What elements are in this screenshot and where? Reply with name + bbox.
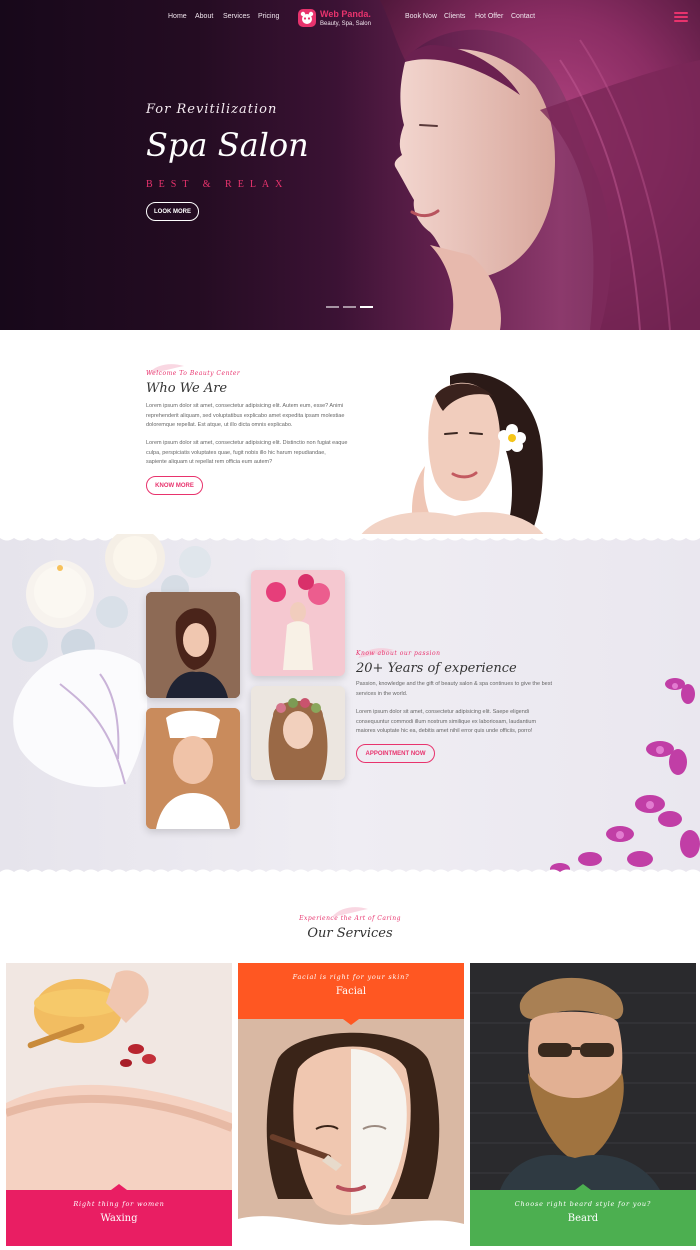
gallery-photo-flower-crown [251,686,345,780]
logo-title: Web Panda. [320,8,371,19]
facial-image [238,1019,464,1246]
orchid-flowers-image [550,678,700,875]
waxing-label: Right thing for women Waxing [6,1184,232,1246]
service-card-facial[interactable]: Facial is right for your skin? Facial [238,963,464,1246]
about-paragraph-2: Lorem ipsum dolor sit amet, consectetur … [146,440,348,465]
slider-dot-active[interactable] [360,306,373,308]
gallery-photo-facial-massage [146,708,240,829]
slider-dots [326,306,377,308]
hero-pretitle: For Revitilization [146,102,278,117]
hero-tagline: BEST & RELAX [146,179,289,190]
gallery-photo-balloons [251,570,345,676]
service-card-waxing[interactable]: Right thing for women Waxing [6,963,232,1246]
nav-hot-offer[interactable]: Hot Offer [475,13,503,20]
beard-label: Choose right beard style for you? Beard [470,1184,696,1246]
waxing-title: Waxing [100,1213,138,1224]
look-more-button[interactable]: LOOK MORE [146,202,199,221]
appointment-now-button[interactable]: APPOINTMENT NOW [356,744,435,763]
facial-title: Facial [335,986,367,997]
logo-subtitle: Beauty, Spa, Salon [320,20,371,27]
services-title: Our Services [307,926,393,941]
know-more-button[interactable]: KNOW MORE [146,476,203,495]
hero-slider: Home About Services Pricing Web Panda. B… [0,0,700,330]
hero-title: Spa Salon [146,126,309,164]
gallery-photo-salon [146,592,240,698]
about-pretitle: Welcome To Beauty Center [146,370,241,377]
nav-home[interactable]: Home [168,13,187,20]
panda-logo-icon [298,9,316,27]
nav-services[interactable]: Services [223,13,250,20]
logo[interactable]: Web Panda. Beauty, Spa, Salon [298,8,371,28]
service-card-beard[interactable]: Choose right beard style for you? Beard [470,963,696,1246]
facial-label: Facial is right for your skin? Facial [238,963,464,1025]
hero-model-image [380,0,700,330]
leaf-decoration-icon [332,907,368,917]
nav-book-now[interactable]: Book Now [405,13,437,20]
beard-subtitle: Choose right beard style for you? [514,1200,652,1208]
beard-image [470,963,696,1190]
main-nav: Home About Services Pricing Web Panda. B… [0,0,700,34]
nav-pricing[interactable]: Pricing [258,13,279,20]
about-model-image [360,372,545,536]
menu-icon[interactable] [674,12,688,22]
facial-subtitle: Facial is right for your skin? [292,973,410,981]
arrow-up-icon [575,1184,591,1190]
nav-contact[interactable]: Contact [511,13,535,20]
slider-dot[interactable] [343,306,356,308]
experience-pretitle: Know about our passion [356,650,441,657]
about-section: Welcome To Beauty Center Who We Are Lore… [0,330,700,540]
about-title: Who We Are [146,381,228,396]
arrow-up-icon [111,1184,127,1190]
waxing-subtitle: Right thing for women [73,1200,165,1208]
wavy-bottom-divider [0,869,700,876]
experience-title: 20+ Years of experience [356,661,517,676]
experience-section: Know about our passion 20+ Years of expe… [0,534,700,876]
slider-dot[interactable] [326,306,339,308]
services-header: Experience the Art of Caring Our Service… [0,905,700,941]
nav-about[interactable]: About [195,13,213,20]
about-paragraph-1: Lorem ipsum dolor sit amet, consectetur … [146,403,345,428]
arrow-down-icon [343,1019,359,1025]
beard-title: Beard [567,1213,599,1224]
nav-clients[interactable]: Clients [444,13,465,20]
waxing-image [6,963,232,1190]
